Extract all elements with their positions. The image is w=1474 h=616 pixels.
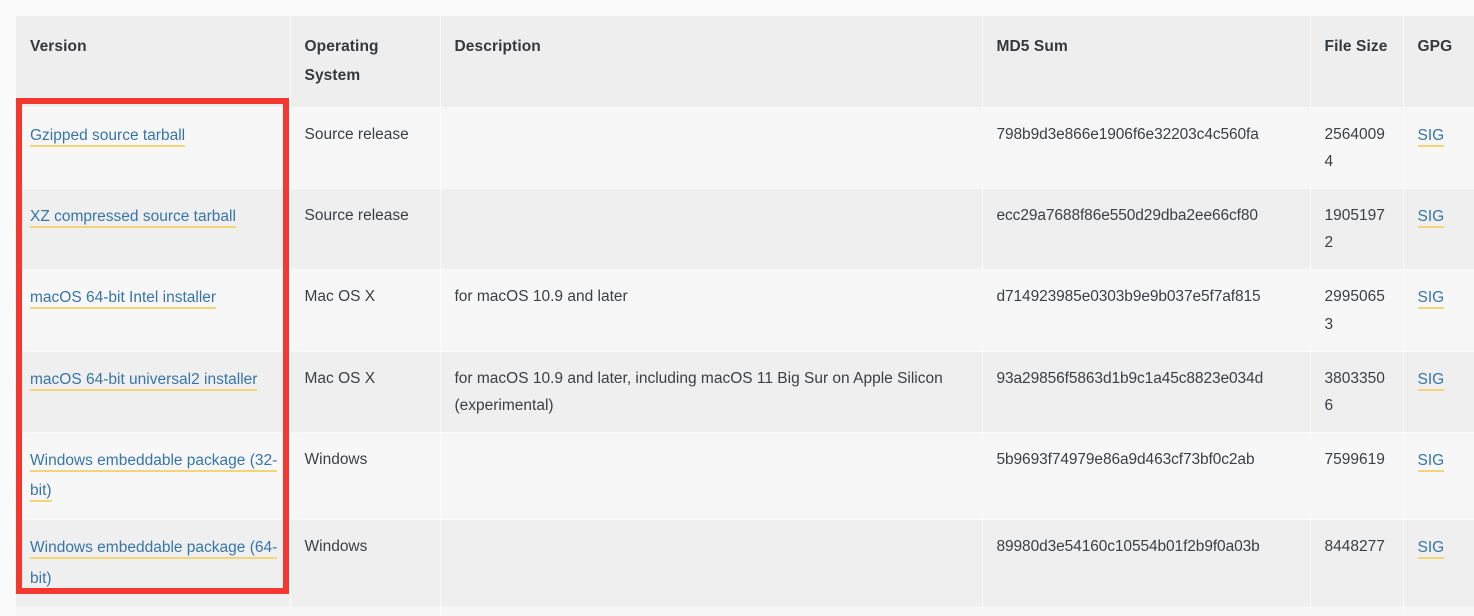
download-link[interactable]: Windows embeddable package (64-bit) <box>30 539 278 590</box>
cell-gpg: SIG <box>1402 269 1474 352</box>
cell-gpg: SIG <box>1402 519 1474 608</box>
cell-md5-sum: ecc29a7688f86e550d29dba2ee66cf80 <box>981 188 1310 270</box>
cell-description: for macOS 10.9 and later, including macO… <box>439 350 982 433</box>
cell-file-size: 8448277 <box>1309 519 1403 608</box>
cell-description: for macOS 10.9 and later <box>439 269 982 352</box>
column-header-description[interactable]: Description <box>439 16 982 108</box>
cell-file-size: 19051972 <box>1309 188 1403 270</box>
cell-version: XZ compressed source tarball <box>16 188 290 270</box>
sig-link[interactable]: SIG <box>1417 126 1445 147</box>
sig-link[interactable]: SIG <box>1417 451 1445 472</box>
cell-file-size: 29950653 <box>1309 269 1403 352</box>
table-row: Windows embeddable package (64-bit) Windo… <box>16 519 1474 608</box>
table-row: macOS 64-bit Intel installer Mac OS Xfor … <box>16 269 1474 352</box>
cell-description <box>439 188 982 270</box>
cell-md5-sum: 89980d3e54160c10554b01f2b9f0a03b <box>981 519 1310 608</box>
table-row: Gzipped source tarball Source release 798b… <box>16 106 1474 189</box>
cell-version: Windows embeddable package (64-bit) <box>16 519 290 608</box>
table-row: Windows help fileWindows 91482c82390caa62… <box>16 606 1474 616</box>
page-container: Version Operating System Description MD5… <box>0 0 1474 616</box>
cell-md5-sum: 91482c82390caa62accfdacbcaabf618 <box>981 606 1310 616</box>
cell-version: Gzipped source tarball <box>16 106 290 189</box>
download-link[interactable]: Windows embeddable package (32-bit) <box>30 451 278 503</box>
cell-version: Windows help file <box>16 606 290 616</box>
table-body: Gzipped source tarball Source release 798b… <box>16 106 1474 616</box>
column-header-gpg[interactable]: GPG <box>1402 16 1474 108</box>
download-link[interactable]: macOS 64-bit Intel installer <box>30 289 217 310</box>
cell-gpg: SIG <box>1402 106 1474 189</box>
cell-file-size: 25640094 <box>1309 106 1403 189</box>
column-header-operating-system[interactable]: Operating System <box>289 16 440 108</box>
table-header: Version Operating System Description MD5… <box>16 16 1474 108</box>
cell-file-size: 7599619 <box>1309 431 1403 520</box>
cell-gpg: SIG <box>1402 431 1474 520</box>
cell-gpg: SIG <box>1402 350 1474 433</box>
cell-description <box>439 106 982 189</box>
cell-operating-system: Windows <box>289 519 440 608</box>
cell-md5-sum: 93a29856f5863d1b9c1a45c8823e034d <box>981 350 1310 433</box>
cell-operating-system: Mac OS X <box>289 350 440 433</box>
sig-link[interactable]: SIG <box>1417 370 1445 391</box>
cell-operating-system: Source release <box>289 188 440 270</box>
cell-description <box>439 606 982 616</box>
table-row: macOS 64-bit universal2 installer Mac OS … <box>16 350 1474 433</box>
cell-description <box>439 431 982 520</box>
column-header-md5-sum[interactable]: MD5 Sum <box>981 16 1310 108</box>
sig-link[interactable]: SIG <box>1417 289 1445 310</box>
column-header-version[interactable]: Version <box>16 16 290 108</box>
download-link[interactable]: XZ compressed source tarball <box>30 208 236 229</box>
column-header-file-size[interactable]: File Size <box>1309 16 1403 108</box>
cell-gpg: SIG <box>1402 606 1474 616</box>
cell-description <box>439 519 982 608</box>
cell-file-size: 38033506 <box>1309 350 1403 433</box>
cell-operating-system: Windows <box>289 431 440 520</box>
header-row: Version Operating System Description MD5… <box>16 16 1474 108</box>
cell-md5-sum: d714923985e0303b9e9b037e5f7af815 <box>981 269 1310 352</box>
cell-operating-system: Mac OS X <box>289 269 440 352</box>
table-row: XZ compressed source tarball Source relea… <box>16 188 1474 270</box>
download-link[interactable]: Gzipped source tarball <box>30 126 186 147</box>
cell-md5-sum: 5b9693f74979e86a9d463cf73bf0c2ab <box>981 431 1310 520</box>
cell-version: macOS 64-bit Intel installer <box>16 269 290 352</box>
cell-file-size: 6501645 <box>1309 606 1403 616</box>
download-link[interactable]: macOS 64-bit universal2 installer <box>30 370 258 391</box>
cell-operating-system: Source release <box>289 106 440 189</box>
cell-md5-sum: 798b9d3e866e1906f6e32203c4c560fa <box>981 106 1310 189</box>
downloads-table: Version Operating System Description MD5… <box>16 16 1474 616</box>
table-row: Windows embeddable package (32-bit) Windo… <box>16 431 1474 520</box>
cell-operating-system: Windows <box>289 606 440 616</box>
sig-link[interactable]: SIG <box>1417 208 1445 229</box>
sig-link[interactable]: SIG <box>1417 539 1445 560</box>
cell-version: Windows embeddable package (32-bit) <box>16 431 290 520</box>
cell-gpg: SIG <box>1402 188 1474 270</box>
cell-version: macOS 64-bit universal2 installer <box>16 350 290 433</box>
